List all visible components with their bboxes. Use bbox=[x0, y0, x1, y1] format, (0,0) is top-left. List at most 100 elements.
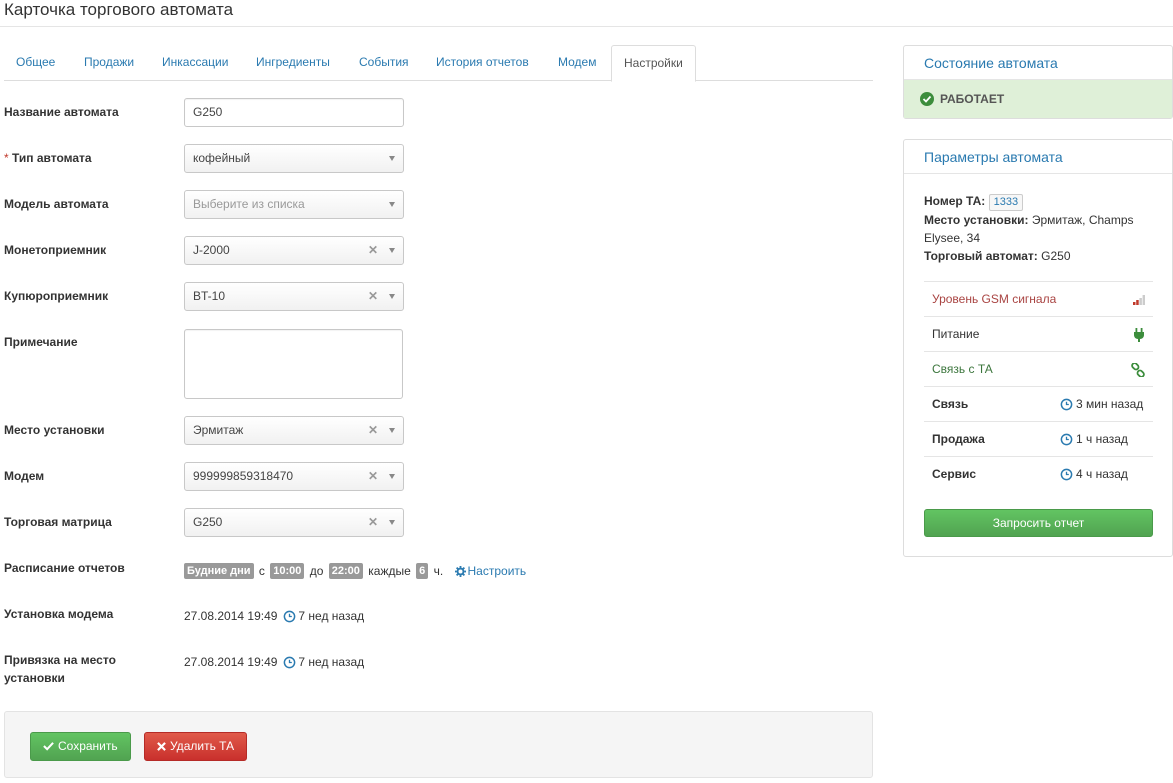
gsm-signal-label: Уровень GSM сигнала bbox=[932, 292, 1057, 306]
params-info: Номер ТА: 1333 Место установки: Эрмитаж,… bbox=[904, 174, 1172, 271]
clear-icon[interactable]: ✕ bbox=[368, 509, 378, 536]
gsm-signal-row: Уровень GSM сигнала bbox=[924, 281, 1153, 316]
gear-icon bbox=[454, 565, 466, 577]
install-location-row: Место установки: Эрмитаж, Champs Elysee,… bbox=[924, 211, 1152, 247]
save-button[interactable]: Сохранить bbox=[30, 732, 131, 761]
tab-events[interactable]: События bbox=[359, 45, 409, 81]
machine-label: Торговый автомат: bbox=[924, 249, 1038, 263]
configure-link[interactable]: Настроить bbox=[454, 564, 526, 578]
schedule-from-word: с bbox=[258, 563, 265, 578]
report-schedule: Будние дни с 10:00 до 22:00 каждые 6 ч. … bbox=[184, 561, 526, 579]
chevron-down-icon bbox=[389, 520, 395, 525]
delete-button-label: Удалить ТА bbox=[170, 739, 235, 753]
schedule-unit: ч. bbox=[433, 563, 444, 578]
type-label-text: Тип автомата bbox=[12, 151, 92, 165]
clear-icon[interactable]: ✕ bbox=[368, 283, 378, 310]
modem-install-date: 27.08.2014 19:49 bbox=[184, 609, 278, 623]
clock-icon bbox=[284, 656, 296, 669]
connection-value: 3 мин назад bbox=[1060, 387, 1143, 422]
status-panel: Состояние автомата РАБОТАЕТ bbox=[903, 45, 1173, 119]
matrix-label: Торговая матрица bbox=[4, 515, 112, 529]
location-bind-value: 27.08.2014 19:49 7 нед назад bbox=[184, 653, 364, 671]
name-input[interactable]: G250 bbox=[184, 98, 404, 127]
delete-button[interactable]: Удалить ТА bbox=[144, 732, 248, 761]
clear-icon[interactable]: ✕ bbox=[368, 237, 378, 264]
power-label: Питание bbox=[932, 327, 980, 341]
bill-acceptor-select[interactable]: BT-10 ✕ bbox=[184, 282, 404, 311]
tab-collections[interactable]: Инкассации bbox=[162, 45, 228, 81]
note-textarea[interactable] bbox=[184, 329, 403, 399]
coin-acceptor-select[interactable]: J-2000 ✕ bbox=[184, 236, 404, 265]
coin-acceptor-value: J-2000 bbox=[193, 243, 230, 257]
check-icon bbox=[43, 742, 54, 751]
location-select[interactable]: Эрмитаж ✕ bbox=[184, 416, 404, 445]
service-label: Сервис bbox=[932, 467, 977, 481]
model-select[interactable]: Выберите из списка bbox=[184, 190, 404, 219]
modem-label: Модем bbox=[4, 469, 45, 483]
schedule-days-badge: Будние дни bbox=[184, 562, 254, 579]
chevron-down-icon bbox=[389, 202, 395, 207]
clock-icon bbox=[1060, 433, 1073, 446]
form-actions: Сохранить Удалить ТА bbox=[4, 711, 873, 778]
params-panel-title: Параметры автомата bbox=[904, 140, 1172, 174]
clock-icon bbox=[284, 610, 296, 623]
connection-value-text: 3 мин назад bbox=[1076, 397, 1144, 411]
tab-general[interactable]: Общее bbox=[16, 45, 55, 81]
modem-select[interactable]: 999999859318470 ✕ bbox=[184, 462, 404, 491]
status-text: РАБОТАЕТ bbox=[940, 92, 1005, 106]
clear-icon[interactable]: ✕ bbox=[368, 417, 378, 444]
type-select-value: кофейный bbox=[193, 151, 251, 165]
modem-install-label: Установка модема bbox=[4, 607, 114, 621]
status-badge: РАБОТАЕТ bbox=[904, 80, 1172, 118]
note-label: Примечание bbox=[4, 335, 78, 349]
type-select[interactable]: кофейный bbox=[184, 144, 404, 173]
required-mark: * bbox=[4, 151, 9, 165]
clock-icon bbox=[1060, 398, 1073, 411]
coin-acceptor-label: Монетоприемник bbox=[4, 243, 107, 257]
tab-ingredients[interactable]: Ингредиенты bbox=[256, 45, 330, 81]
machine-row: Торговый автомат: G250 bbox=[924, 247, 1152, 265]
schedule-every-badge: 6 bbox=[416, 562, 429, 579]
model-select-placeholder: Выберите из списка bbox=[193, 197, 305, 211]
type-label: * Тип автомата bbox=[4, 149, 92, 167]
request-report-button[interactable]: Запросить отчет bbox=[924, 509, 1153, 537]
chevron-down-icon bbox=[389, 294, 395, 299]
tab-sales[interactable]: Продажи bbox=[84, 45, 134, 81]
machine-number-row: Номер ТА: 1333 bbox=[924, 192, 1152, 211]
tab-bar: Общее Продажи Инкассации Ингредиенты Соб… bbox=[4, 45, 873, 82]
tab-settings[interactable]: Настройки bbox=[611, 45, 696, 82]
chevron-down-icon bbox=[389, 248, 395, 253]
location-bind-date: 27.08.2014 19:49 bbox=[184, 655, 278, 669]
location-value: Эрмитаж bbox=[193, 423, 244, 437]
tab-modem[interactable]: Модем bbox=[558, 45, 596, 81]
model-label: Модель автомата bbox=[4, 197, 109, 211]
machine-number-badge: 1333 bbox=[988, 194, 1024, 211]
params-panel: Параметры автомата Номер ТА: 1333 Место … bbox=[903, 139, 1173, 557]
connection-label: Связь bbox=[932, 397, 969, 411]
sale-value-text: 1 ч назад bbox=[1076, 432, 1128, 446]
link-row: Связь с ТА bbox=[924, 351, 1153, 386]
link-label: Связь с ТА bbox=[932, 362, 993, 376]
machine-number-label: Номер ТА: bbox=[924, 194, 986, 208]
name-label: Название автомата bbox=[4, 105, 119, 119]
bill-acceptor-label: Купюроприемник bbox=[4, 289, 109, 303]
schedule-to-word: до bbox=[309, 563, 324, 578]
tab-report-history[interactable]: История отчетов bbox=[436, 45, 529, 81]
status-panel-title: Состояние автомата bbox=[904, 46, 1172, 80]
chevron-down-icon bbox=[389, 474, 395, 479]
clock-icon bbox=[1060, 468, 1073, 481]
modem-value: 999999859318470 bbox=[193, 469, 294, 483]
chevron-down-icon bbox=[389, 156, 395, 161]
matrix-value: G250 bbox=[193, 515, 223, 529]
clear-icon[interactable]: ✕ bbox=[368, 463, 378, 490]
sale-label: Продажа bbox=[932, 432, 985, 446]
matrix-select[interactable]: G250 ✕ bbox=[184, 508, 404, 537]
save-button-label: Сохранить bbox=[58, 739, 118, 753]
connection-row: Связь 3 мин назад bbox=[924, 386, 1153, 421]
service-row: Сервис 4 ч назад bbox=[924, 456, 1153, 491]
schedule-from-badge: 10:00 bbox=[270, 562, 305, 579]
link-icon bbox=[1131, 363, 1145, 377]
service-value: 4 ч назад bbox=[1060, 457, 1128, 492]
modem-install-ago: 7 нед назад bbox=[298, 609, 365, 623]
schedule-to-badge: 22:00 bbox=[328, 562, 363, 579]
